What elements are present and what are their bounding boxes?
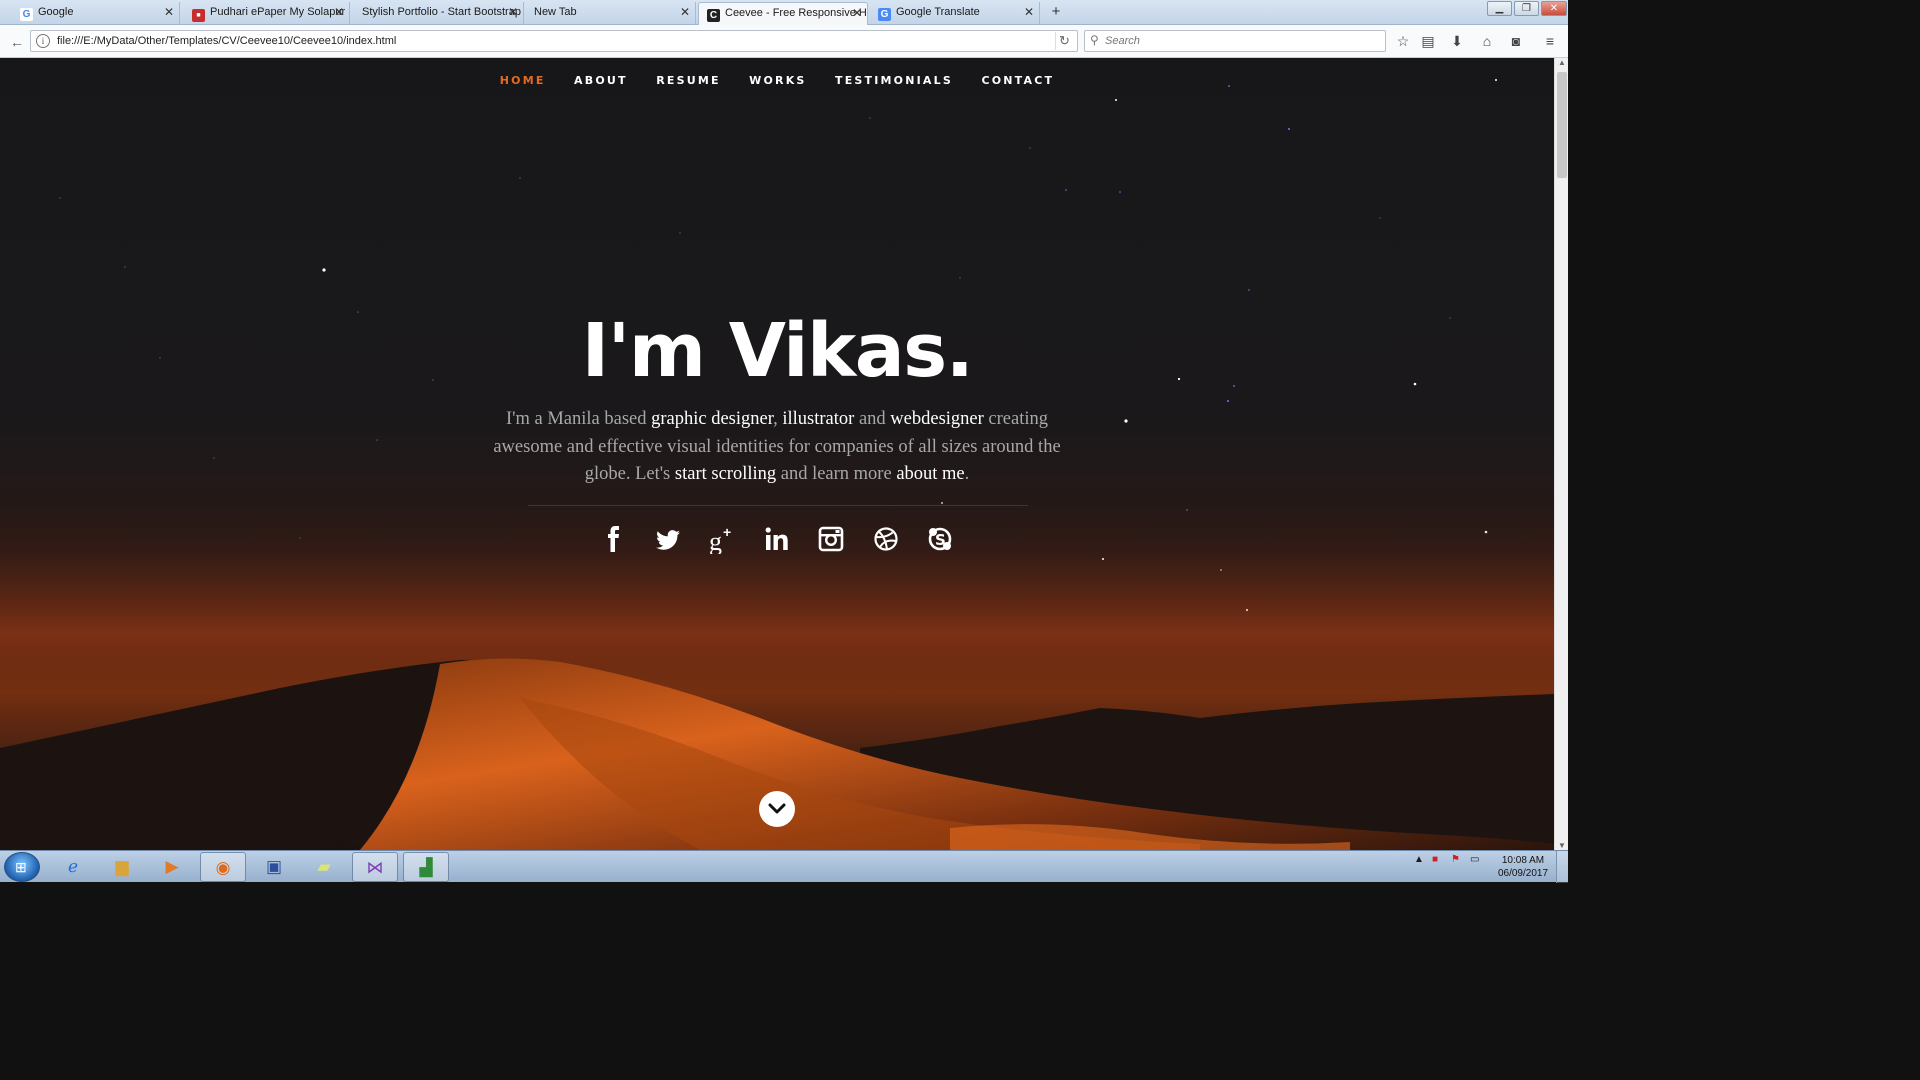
tab-strip: G Google ✕ ■ Pudhari ePaper My Solapur E ✕… [0, 0, 1568, 25]
dribbble-icon[interactable] [871, 524, 901, 554]
nav-home-link[interactable]: HOME [500, 74, 546, 87]
downloads-icon[interactable]: ⬇ [1447, 31, 1467, 51]
nav-contact-link[interactable]: CONTACT [981, 74, 1054, 87]
tab-title: Google Translate [896, 6, 980, 18]
about-me-link[interactable]: about me [896, 464, 964, 484]
project-icon[interactable]: ▟ [403, 852, 449, 882]
tab-close-icon[interactable]: ✕ [1024, 2, 1034, 23]
tab-close-icon[interactable]: ✕ [508, 2, 518, 23]
visual-studio-icon[interactable]: ⋈ [352, 852, 398, 882]
tab-close-icon[interactable]: ✕ [852, 3, 862, 24]
svg-text:+: + [723, 524, 731, 540]
taskbar: ⊞ ℯ ▆ ▶ ◉ ▣ ▰ ⋈ ▟ ▲ ■ ⚑ ▭ 10:08 AM 06/09… [0, 850, 1568, 883]
tab-google-translate[interactable]: G Google Translate ✕ [870, 2, 1040, 25]
scrollbar-thumb[interactable] [1557, 72, 1567, 178]
svg-text:S: S [935, 531, 946, 549]
desc-text: I'm a Manila based [505, 409, 652, 429]
nav-works-link[interactable]: WORKS [749, 74, 806, 87]
desc-highlight: graphic designer [651, 409, 774, 429]
chevron-down-icon [768, 803, 786, 814]
url-text[interactable]: file:///E:/MyData/Other/Templates/CV/Cee… [57, 31, 396, 51]
desc-text: and [854, 409, 891, 429]
social-links: g + S [0, 524, 1554, 556]
new-tab-button[interactable]: + [1048, 3, 1064, 21]
system-clock[interactable]: 10:08 AM 06/09/2017 [1494, 854, 1552, 880]
file-explorer-icon[interactable]: ▆ [99, 852, 145, 882]
hero-title: I'm Vikas. [581, 308, 974, 394]
clock-date: 06/09/2017 [1497, 868, 1549, 879]
tab-title: Stylish Portfolio - Start Bootstrap [362, 6, 521, 18]
scroll-down-arrow-icon[interactable]: ▼ [1555, 841, 1569, 850]
bookmark-star-icon[interactable]: ☆ [1393, 31, 1413, 51]
desc-highlight: illustrator [782, 409, 855, 429]
media-player-icon[interactable]: ▶ [149, 852, 195, 882]
show-hidden-icons-icon[interactable]: ▲ [1414, 854, 1424, 865]
tab-title: New Tab [534, 6, 577, 18]
start-button[interactable]: ⊞ [4, 852, 40, 882]
action-center-icon[interactable]: ⚑ [1451, 854, 1460, 865]
tab-title: Ceevee - Free Responsive HT [725, 7, 868, 19]
hero-section: HOME ABOUT RESUME WORKS TESTIMONIALS CON… [0, 58, 1554, 850]
tab-title: Google [38, 6, 74, 18]
restore-button[interactable]: ❐ [1514, 1, 1539, 16]
tab-pudhari[interactable]: ■ Pudhari ePaper My Solapur E ✕ [184, 2, 350, 25]
facebook-icon[interactable] [599, 524, 629, 554]
google-translate-icon: G [878, 8, 891, 21]
tab-title: Pudhari ePaper My Solapur E [210, 6, 350, 18]
site-info-icon[interactable]: i [36, 34, 50, 48]
desc-text: . [964, 464, 970, 484]
skype-icon[interactable]: S [925, 524, 955, 554]
internet-explorer-icon[interactable]: ℯ [50, 852, 96, 882]
tab-new-tab[interactable]: New Tab ✕ [526, 2, 696, 25]
site-navigation: HOME ABOUT RESUME WORKS TESTIMONIALS CON… [0, 71, 1554, 89]
network-tray-icon[interactable]: ▭ [1470, 854, 1479, 865]
google-g-icon: G [20, 8, 33, 21]
bookmarks-list-icon[interactable]: ▤ [1418, 31, 1438, 51]
address-bar[interactable]: i file:///E:/MyData/Other/Templates/CV/C… [30, 30, 1078, 52]
desc-text: and learn more [776, 464, 897, 484]
clock-time: 10:08 AM [1501, 855, 1545, 866]
scroll-down-button[interactable] [759, 791, 795, 827]
instagram-icon[interactable] [816, 524, 846, 554]
show-desktop-button[interactable] [1556, 851, 1568, 883]
tab-stylish-portfolio[interactable]: Stylish Portfolio - Start Bootstrap ✕ [354, 2, 524, 25]
sticky-notes-icon[interactable]: ▰ [301, 852, 347, 882]
pdf-icon: ■ [192, 9, 205, 22]
nav-about-link[interactable]: ABOUT [574, 74, 628, 87]
hero-description: I'm a Manila based graphic designer, ill… [477, 406, 1077, 489]
google-plus-icon[interactable]: g + [708, 524, 738, 556]
tab-close-icon[interactable]: ✕ [680, 2, 690, 23]
menu-hamburger-icon[interactable]: ≡ [1540, 31, 1560, 51]
desc-highlight: webdesigner [890, 409, 984, 429]
linkedin-icon[interactable] [762, 524, 792, 554]
pocket-icon[interactable]: ◙ [1506, 31, 1526, 51]
hero-divider [528, 505, 1028, 506]
flag-icon[interactable]: ■ [1432, 854, 1438, 865]
svg-text:g: g [709, 527, 722, 554]
scroll-up-arrow-icon[interactable]: ▲ [1555, 58, 1569, 67]
home-icon[interactable]: ⌂ [1477, 31, 1497, 51]
nav-testimonials-link[interactable]: TESTIMONIALS [835, 74, 953, 87]
reload-icon[interactable]: ↻ [1055, 32, 1073, 50]
navigation-toolbar: ← i file:///E:/MyData/Other/Templates/CV… [0, 25, 1568, 58]
minimize-button[interactable]: ▁ [1487, 1, 1512, 16]
tab-close-icon[interactable]: ✕ [164, 2, 174, 23]
tab-close-icon[interactable]: ✕ [334, 2, 344, 23]
tab-google[interactable]: G Google ✕ [12, 2, 180, 25]
windows-logo-icon: ⊞ [15, 859, 27, 875]
close-window-button[interactable]: ✕ [1541, 1, 1567, 16]
start-scrolling-link[interactable]: start scrolling [675, 464, 776, 484]
tab-ceevee[interactable]: C Ceevee - Free Responsive HT ✕ [698, 2, 868, 25]
firefox-icon[interactable]: ◉ [200, 852, 246, 882]
back-arrow-icon[interactable]: ← [6, 31, 28, 53]
search-input[interactable] [1105, 32, 1375, 50]
network-icon[interactable]: ▣ [251, 852, 297, 882]
desc-text: , [773, 409, 783, 429]
search-bar[interactable]: ⚲ [1084, 30, 1386, 52]
search-icon: ⚲ [1090, 33, 1099, 47]
twitter-icon[interactable] [653, 524, 683, 554]
nav-resume-link[interactable]: RESUME [656, 74, 721, 87]
ceevee-c-icon: C [707, 9, 720, 22]
vertical-scrollbar[interactable]: ▲ ▼ [1554, 58, 1568, 850]
